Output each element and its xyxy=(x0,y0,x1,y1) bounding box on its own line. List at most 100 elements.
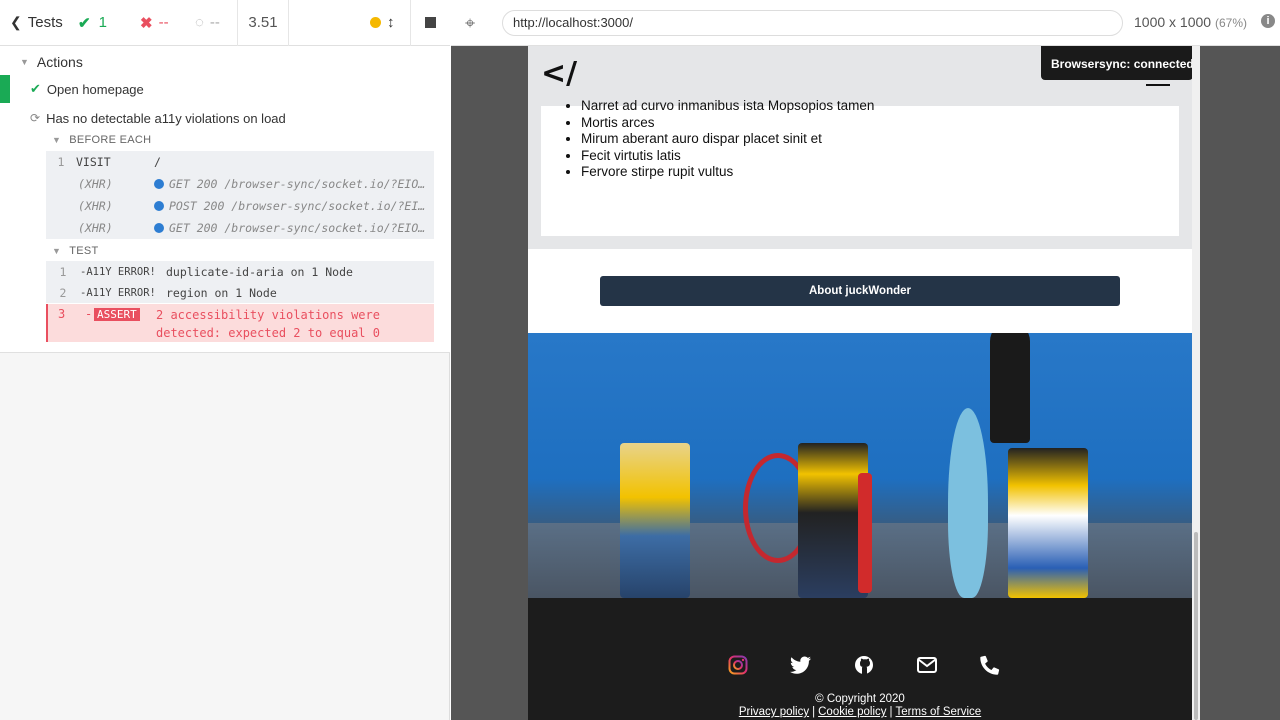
separator: | xyxy=(889,706,893,718)
list-item: Narret ad curvo inmanibus ista Mopsopios… xyxy=(581,98,874,115)
info-icon[interactable]: i xyxy=(1261,14,1275,28)
browsersync-notice: Browsersync: connected xyxy=(1041,46,1192,80)
command-message: GET 200 /browser-sync/socket.io/?EIO=3&t… xyxy=(169,221,431,235)
hook-before-each[interactable]: ▼ BEFORE EACH xyxy=(52,134,151,146)
list-item: Fervore stirpe rupit vultus xyxy=(581,164,874,181)
hook-label: TEST xyxy=(69,245,99,257)
mail-icon[interactable] xyxy=(912,653,942,677)
failed-count: ✖ -- xyxy=(130,0,185,46)
pending-value: -- xyxy=(209,14,220,31)
pending-count: ◌ -- xyxy=(185,0,237,46)
scrollbar-thumb[interactable] xyxy=(1194,532,1198,720)
phone-icon[interactable] xyxy=(975,653,1005,677)
command-message: POST 200 /browser-sync/socket.io/?EIO=3&… xyxy=(169,199,431,213)
guitar-shape xyxy=(858,473,872,593)
content-list: Narret ad curvo inmanibus ista Mopsopios… xyxy=(581,98,874,181)
figure-shape xyxy=(1008,448,1088,598)
reporter-panel: ❮ Tests ✔ 1 ✖ -- ◌ -- 3.51 ↕ ▼ Actions ✔… xyxy=(0,0,450,720)
test-a11y[interactable]: ⟳ Has no detectable a11y violations on l… xyxy=(30,104,480,132)
failed-value: -- xyxy=(158,14,169,31)
command-message: / xyxy=(154,155,161,169)
caret-down-icon: ▼ xyxy=(52,246,62,256)
reporter-toolbar: ❮ Tests ✔ 1 ✖ -- ◌ -- 3.51 ↕ xyxy=(0,0,450,46)
command-row[interactable]: 1 -A11Y ERROR! duplicate-id-aria on 1 No… xyxy=(46,261,434,282)
command-message: duplicate-id-aria on 1 Node xyxy=(166,264,353,279)
url-field[interactable]: http://localhost:3000/ xyxy=(502,10,1123,36)
tests-label: Tests xyxy=(27,14,63,31)
site-footer: © Copyright 2020 Privacy policy | Cookie p… xyxy=(528,598,1192,720)
url-bar: ⌖ http://localhost:3000/ 1000 x 1000 (67… xyxy=(451,0,1280,46)
pending-circle-icon: ◌ xyxy=(195,14,204,31)
test-title: Has no detectable a11y violations on loa… xyxy=(46,110,286,126)
app-frame: </ Browsersync: connected Narret ad curv… xyxy=(528,46,1192,720)
check-icon: ✔ xyxy=(78,14,91,32)
passed-count: ✔ 1 xyxy=(68,0,130,46)
selector-playground-icon[interactable]: ⌖ xyxy=(465,13,475,34)
xhr-dot-icon xyxy=(154,223,164,233)
command-name: -A11Y ERROR! xyxy=(80,265,156,278)
command-row[interactable]: 2 -A11Y ERROR! region on 1 Node xyxy=(46,282,434,303)
github-icon[interactable] xyxy=(849,653,879,677)
command-name: (XHR) xyxy=(78,199,113,213)
cookie-link[interactable]: Cookie policy xyxy=(818,706,886,718)
hook-test[interactable]: ▼ TEST xyxy=(52,245,99,257)
about-button[interactable]: About juckWonder xyxy=(600,276,1120,306)
lamp-shape xyxy=(990,333,1030,443)
command-row[interactable]: (XHR) GET 200 /browser-sync/socket.io/?E… xyxy=(46,173,434,195)
footer-links: Privacy policy | Cookie policy | Terms of Se… xyxy=(528,706,1192,718)
viewport-value: 1000 x 1000 xyxy=(1134,14,1212,30)
suite-actions[interactable]: ▼ Actions xyxy=(20,50,470,74)
stop-icon xyxy=(425,17,436,28)
caret-down-icon: ▼ xyxy=(52,135,62,145)
content-card: Narret ad curvo inmanibus ista Mopsopios… xyxy=(541,98,1179,236)
back-to-tests-button[interactable]: ❮ Tests xyxy=(0,0,68,46)
refresh-icon: ⟳ xyxy=(30,111,41,125)
caret-down-icon: ▼ xyxy=(20,57,29,67)
twitter-icon[interactable] xyxy=(786,653,816,677)
command-name: (XHR) xyxy=(78,221,113,235)
about-section: About juckWonder xyxy=(528,249,1192,333)
content-section: Narret ad curvo inmanibus ista Mopsopios… xyxy=(528,98,1192,249)
list-item: Fecit virtutis latis xyxy=(581,148,874,165)
command-name: (XHR) xyxy=(78,177,113,191)
x-icon: ✖ xyxy=(140,14,153,32)
check-icon: ✔ xyxy=(30,81,41,96)
app-scrollbar[interactable] xyxy=(1192,46,1200,720)
assert-failure-row[interactable]: 3 - ASSERT 2 accessibility violations we… xyxy=(46,304,434,342)
site-logo[interactable]: </ xyxy=(541,56,577,91)
status-dot-icon xyxy=(370,17,381,28)
figure-shape xyxy=(620,443,690,598)
browser-panel: ⌖ http://localhost:3000/ 1000 x 1000 (67… xyxy=(451,0,1280,720)
command-row[interactable]: (XHR) GET 200 /browser-sync/socket.io/?E… xyxy=(46,217,434,239)
arrows-vertical-icon: ↕ xyxy=(387,14,395,31)
hook-label: BEFORE EACH xyxy=(69,134,152,146)
command-row[interactable]: 1 VISIT / xyxy=(46,151,434,173)
command-message: GET 200 /browser-sync/socket.io/?EIO=3&t… xyxy=(169,177,431,191)
test-title: Open homepage xyxy=(46,81,144,97)
command-dash: - xyxy=(85,307,93,321)
suite-title: Actions xyxy=(36,54,83,70)
command-row[interactable]: (XHR) POST 200 /browser-sync/socket.io/?… xyxy=(46,195,434,217)
chevron-left-icon: ❮ xyxy=(10,14,22,30)
privacy-link[interactable]: Privacy policy xyxy=(739,706,809,718)
copyright: © Copyright 2020 xyxy=(815,693,905,705)
command-number: 2 xyxy=(59,285,67,300)
assert-badge: ASSERT xyxy=(94,308,140,321)
stop-button[interactable] xyxy=(410,0,450,46)
autoscroll-toggle[interactable]: ↕ xyxy=(360,0,410,46)
terms-link[interactable]: Terms of Service xyxy=(896,706,982,718)
social-icons xyxy=(723,653,1005,677)
command-name: -A11Y ERROR! xyxy=(80,286,156,299)
list-item: Mirum aberant auro dispar placet sinit e… xyxy=(581,131,874,148)
zoom-value: (67%) xyxy=(1214,16,1247,30)
separator: | xyxy=(812,706,816,718)
test-open-homepage[interactable]: ✔ Open homepage xyxy=(0,74,450,104)
command-number: 1 xyxy=(57,155,65,169)
menu-icon[interactable] xyxy=(1146,84,1170,86)
pass-indicator xyxy=(0,75,10,103)
command-number: 1 xyxy=(59,264,67,279)
duration: 3.51 xyxy=(237,0,289,46)
instagram-icon[interactable] xyxy=(723,653,753,677)
xhr-dot-icon xyxy=(154,179,164,189)
list-item: Mortis arces xyxy=(581,115,874,132)
